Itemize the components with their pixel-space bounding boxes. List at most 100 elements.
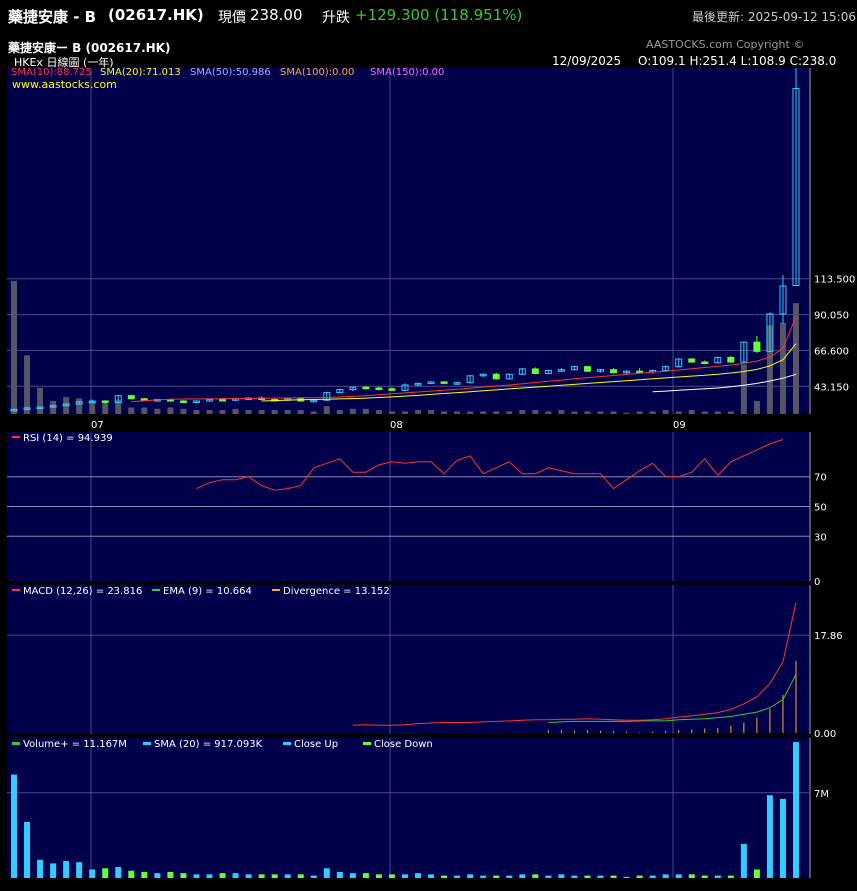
volume-overlay-bar [76,398,83,414]
volume-bar [37,859,44,878]
volume-bar [375,874,382,878]
volume-bar [480,875,487,878]
candle-down [753,341,761,352]
volume-overlay-bar [571,411,578,414]
volume-bar [714,875,721,878]
volume-bar [141,871,148,878]
volume-overlay-bar [610,411,617,414]
volume-overlay-bar [493,411,500,414]
volume-bar [727,875,734,878]
volume-overlay-bar [141,407,148,414]
volume-overlay-bar [388,411,395,414]
volume-bar [219,873,226,878]
volume-bar [545,875,552,878]
price-tick-label: 90.050 [814,311,849,322]
candle-down [531,368,539,375]
volume-bar [662,874,669,878]
volume-overlay-bar [467,411,474,414]
volume-overlay-bar [545,411,552,414]
volume-overlay-bar [297,410,304,414]
volume-overlay-bar [37,387,44,414]
volume-overlay-bar [284,410,291,414]
volume-overlay-bar [167,407,174,414]
volume-overlay-bar [753,400,760,414]
macd-panel [7,585,809,734]
volume-overlay-bar [506,411,513,414]
volume-bar [271,874,278,878]
date-tick-label: 08 [390,420,403,431]
volume-bar [415,873,422,878]
rsi-tick-label: 50 [814,503,827,514]
candle-down [127,395,135,400]
volume-overlay-bar [558,410,565,414]
candle-down [375,387,383,391]
volume-bar [115,867,122,878]
volume-bar [76,862,83,878]
volume-overlay-bar [441,411,448,414]
volume-bar [193,874,200,878]
volume-bar [258,874,265,878]
volume-overlay-bar [323,406,330,414]
volume-overlay-bar [662,410,669,414]
volume-overlay-bar [24,355,31,414]
copyright-text: AASTOCKS.com Copyright © [646,38,805,51]
volume-overlay-bar [310,411,317,414]
volume-bar [571,875,578,878]
volume-overlay-bar [11,280,17,414]
volume-bar [793,742,799,878]
candle-down [101,400,109,404]
volume-overlay-bar [102,403,109,414]
volume-overlay-bar [180,408,187,414]
candle-down [219,398,227,402]
candle-down [727,356,735,363]
sma-legend-entry: SMA(100):0.00 [280,67,354,78]
volume-bar [11,774,17,878]
volume-bar [766,795,773,878]
volume-overlay-bar [245,410,252,414]
volume-panel [7,738,809,878]
volume-overlay-bar [362,408,369,414]
volume-bar [388,874,395,878]
volume-bar [180,873,187,878]
volume-bar [336,871,343,878]
macd-tick-label: 0.00 [814,729,836,740]
volume-overlay-bar [688,410,695,414]
volume-legend-swatch [283,742,291,745]
candle-down [140,398,148,401]
ohlc-readout: O:109.1 H:251.4 L:108.9 C:238.0 [638,54,837,68]
volume-bar [532,874,539,878]
volume-bar [779,798,786,878]
volume-overlay-bar [219,410,226,414]
volume-legend-swatch [143,742,151,745]
macd-legend-swatch [12,589,20,591]
volume-bar [493,875,500,878]
candle-down [492,373,500,380]
volume-bar [284,874,291,878]
volume-overlay-bar [675,411,682,414]
volume-bar [63,860,70,878]
volume-legend-entry: Volume+ = 11.167M [23,739,127,750]
price-tick-label: 43.150 [814,382,849,393]
volume-overlay-bar [480,411,487,414]
website-link[interactable]: www.aastocks.com [12,78,117,91]
volume-overlay-bar [649,411,656,414]
rsi-legend-entry: RSI (14) = 94.939 [23,433,113,444]
volume-overlay-bar [793,303,799,414]
volume-bar [454,875,461,878]
volume-bar [50,863,57,878]
volume-overlay-bar [779,322,786,414]
volume-bar [24,822,31,878]
date-tick-label: 09 [673,420,686,431]
volume-overlay-bar [727,411,734,414]
candle-down [583,366,591,372]
exchange-label: HKEx 日線圖 (一年) [14,56,114,69]
stock-chart[interactable]: 43.15066.60090.050113.500SMA(10):88.725 S… [0,0,857,891]
volume-legend-entry: SMA (20) = 917.093K [154,739,263,750]
volume-bar [89,869,96,878]
volume-bar [323,868,330,878]
price-tick-label: 66.600 [814,346,849,357]
volume-overlay-bar [154,408,161,414]
volume-bar [402,874,408,878]
volume-overlay-bar [128,407,135,414]
volume-tick-label: 7M [814,789,829,800]
